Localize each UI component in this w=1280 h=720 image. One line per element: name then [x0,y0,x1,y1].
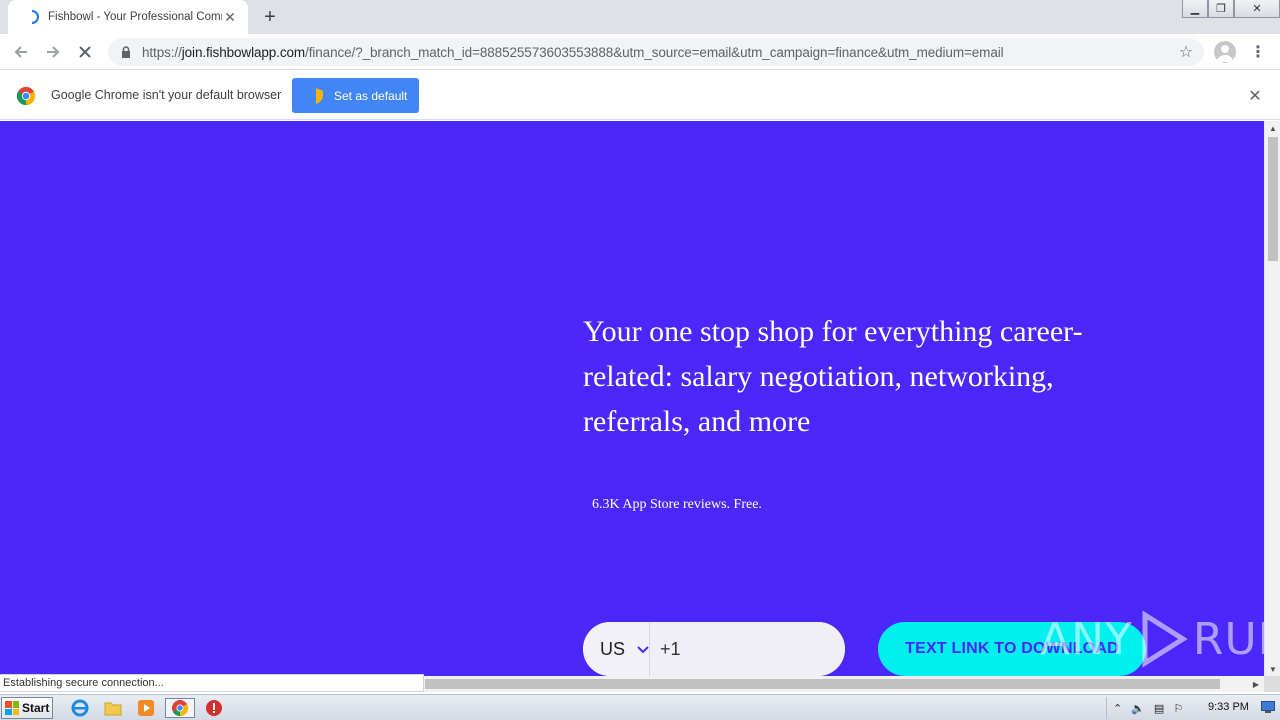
browser-menu-icon[interactable]: ⋮ [1250,42,1266,62]
stop-x-icon [79,46,91,58]
windows-logo-icon [5,701,19,715]
address-bar[interactable]: https://join.fishbowlapp.com/finance/?_b… [108,38,1204,66]
restore-button[interactable]: ❐ [1208,0,1234,18]
country-select[interactable]: US [583,622,651,676]
infobar-close-icon[interactable]: ✕ [1246,87,1264,105]
vertical-scrollbar[interactable]: ▲ ▼ [1264,121,1280,676]
internet-explorer-icon[interactable] [69,698,91,718]
default-browser-infobar: Google Chrome isn't your default browser… [0,71,1280,120]
tab-fishbowl[interactable]: Fishbowl - Your Professional Commun ✕ [8,0,248,34]
start-button[interactable]: Start [1,697,53,719]
page-content: Your one stop shop for everything career… [0,121,1264,676]
url-scheme: https:// [142,44,182,60]
tab-close-icon[interactable]: ✕ [222,9,238,25]
vertical-scroll-thumb[interactable] [1268,137,1278,261]
lock-icon [120,45,132,59]
country-code: US [600,638,626,659]
browser-toolbar: https://join.fishbowlapp.com/finance/?_b… [0,34,1280,70]
antivirus-stop-icon[interactable] [203,698,225,718]
forward-button[interactable] [40,39,66,65]
minimize-button[interactable]: ▁ [1182,0,1208,18]
new-tab-button[interactable]: + [258,6,282,28]
set-as-default-label: Set as default [334,88,408,103]
text-link-download-button[interactable]: TEXT LINK TO DOWNLOAD [878,622,1146,676]
uac-shield-icon [308,87,324,104]
tray-expand-icon[interactable]: ⌃ [1113,702,1122,715]
network-icon[interactable]: ▤ [1154,702,1164,715]
play-logo-icon [1142,610,1188,668]
chrome-logo-icon [17,87,35,105]
status-bubble: Establishing secure connection... [0,674,424,692]
media-player-icon[interactable] [135,698,157,718]
phone-number-input[interactable] [650,622,845,676]
stop-loading-button[interactable] [72,39,98,65]
forward-arrow-icon [47,46,60,58]
url-text: https://join.fishbowlapp.com/finance/?_b… [142,45,1204,60]
chrome-taskbar-icon[interactable] [165,698,195,718]
phone-form: US [583,622,845,676]
back-button[interactable] [8,39,34,65]
scrollbar-corner [1264,676,1280,692]
window-controls: ▁ ❐ ✕ [1182,0,1280,20]
volume-icon[interactable]: 🔈 [1131,702,1145,715]
page-headline: Your one stop shop for everything career… [583,315,1083,438]
show-desktop-icon[interactable] [1260,698,1276,716]
tab-title: Fishbowl - Your Professional Commun [48,11,222,23]
watermark-right-text: RUN [1192,613,1264,665]
app-store-reviews: 6.3K App Store reviews. Free. [592,497,762,512]
bookmark-star-icon[interactable]: ☆ [1176,42,1196,62]
url-host: join.fishbowlapp.com [181,44,306,60]
chevron-down-icon [637,641,649,657]
scroll-down-arrow-icon[interactable]: ▼ [1265,662,1280,676]
horizontal-scroll-thumb[interactable] [425,679,1220,689]
tab-strip: Fishbowl - Your Professional Commun ✕ + … [0,0,1280,34]
taskbar-clock[interactable]: 9:33 PM [1208,701,1249,713]
url-path: /finance/?_branch_match_id=8885255736035… [305,44,1004,60]
action-center-flag-icon[interactable]: ⚐ [1173,702,1183,715]
loading-spinner-icon [24,9,40,25]
profile-avatar-icon[interactable] [1214,41,1236,63]
infobar-message: Google Chrome isn't your default browser [51,88,282,102]
back-arrow-icon [14,46,27,58]
scroll-up-arrow-icon[interactable]: ▲ [1265,121,1280,135]
set-as-default-button[interactable]: Set as default [292,78,419,113]
start-label: Start [22,701,50,715]
window-close-button[interactable]: ✕ [1234,0,1280,18]
file-explorer-icon[interactable] [102,698,124,718]
scroll-right-arrow-icon[interactable]: ▶ [1248,676,1264,692]
windows-taskbar: Start ⌃ 🔈 ▤ ⚐ 9:33 PM [0,694,1280,720]
